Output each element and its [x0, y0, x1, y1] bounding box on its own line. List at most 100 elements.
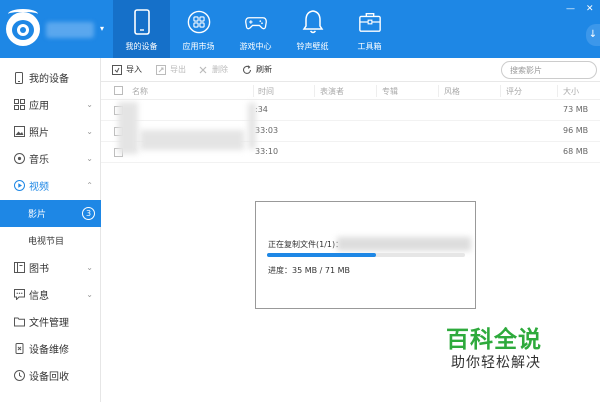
redacted-filename [118, 102, 138, 154]
top-bar: ▾ 我的设备 应用市场 游戏中心 铃声壁纸 工具箱 — ✕ ↓ [0, 0, 600, 58]
column-divider [557, 85, 558, 97]
delete-button[interactable]: 删除 [198, 64, 228, 75]
minimize-button[interactable]: — [566, 4, 575, 14]
import-button[interactable]: 导入 [112, 64, 142, 75]
tab-app-market[interactable]: 应用市场 [170, 0, 227, 58]
folder-icon [13, 316, 25, 328]
sidebar-item-device-recycle[interactable]: 设备回收 [0, 362, 101, 389]
watermark-subtitle: 助你轻松解决 [451, 355, 541, 371]
tab-label: 游戏中心 [239, 42, 272, 51]
chevron-down-icon: ⌄ [86, 100, 93, 109]
column-header-artist[interactable]: 表演者 [320, 86, 344, 97]
search-input[interactable] [501, 61, 597, 79]
download-manager-button[interactable]: ↓ [586, 24, 600, 46]
copy-progress-bar [267, 253, 465, 257]
image-icon [13, 126, 25, 138]
sidebar-item-label: 设备维修 [29, 345, 69, 356]
column-header-genre[interactable]: 风格 [444, 86, 460, 97]
video-play-icon [13, 180, 25, 192]
tab-label: 我的设备 [125, 42, 158, 51]
close-window-button[interactable]: ✕ [586, 4, 594, 14]
book-icon [13, 262, 25, 274]
account-name-blurred[interactable] [46, 22, 94, 38]
sidebar-item-file-manager[interactable]: 文件管理 [0, 308, 101, 335]
sidebar-item-label: 文件管理 [29, 318, 69, 329]
refresh-button[interactable]: 刷新 [242, 64, 272, 75]
sidebar-item-device-repair[interactable]: 设备维修 [0, 335, 101, 362]
redacted-filename [337, 237, 471, 251]
cell-time: 33:03 [255, 126, 279, 135]
redacted-filename [140, 130, 244, 150]
column-header-rating[interactable]: 评分 [506, 86, 522, 97]
sidebar-item-video[interactable]: 视频 ⌃ [0, 172, 101, 199]
delete-icon [199, 66, 207, 73]
export-icon [156, 64, 166, 75]
message-icon [13, 289, 25, 301]
sidebar-item-label: 图书 [29, 264, 49, 275]
sidebar-subitem-tv-shows[interactable]: 电视节目 [0, 227, 101, 254]
copying-status-text: 正在复制文件(1/1)： [268, 240, 344, 249]
cell-size: 73 MB [563, 105, 589, 114]
watermark: 百科全说 助你轻松解决 [432, 320, 578, 376]
import-label: 导入 [126, 65, 142, 74]
sidebar: 我的设备 应用 ⌄ 照片 ⌄ 音乐 ⌄ 视频 ⌃ 影片 3 电视节目 图书 ⌄ … [0, 58, 101, 402]
chevron-down-icon: ⌄ [86, 290, 93, 299]
delete-label: 删除 [212, 65, 228, 74]
select-all-checkbox[interactable] [114, 86, 123, 95]
watermark-title: 百科全说 [446, 327, 542, 353]
sidebar-item-books[interactable]: 图书 ⌄ [0, 254, 101, 281]
sidebar-item-label: 我的设备 [29, 74, 69, 85]
export-label: 导出 [170, 65, 186, 74]
column-divider [438, 85, 439, 97]
sidebar-item-label: 视频 [29, 182, 49, 193]
table-row[interactable]: :34 73 MB [101, 100, 600, 121]
chevron-down-icon: ⌄ [86, 154, 93, 163]
app-logo-icon[interactable] [6, 9, 40, 46]
export-button[interactable]: 导出 [156, 64, 186, 75]
sidebar-item-label: 电视节目 [28, 237, 65, 247]
column-divider [253, 85, 254, 97]
tab-ringtones-wallpaper[interactable]: 铃声壁纸 [284, 0, 341, 58]
download-icon: ↓ [588, 29, 598, 40]
import-icon [112, 64, 122, 75]
sidebar-item-label: 信息 [29, 291, 49, 302]
refresh-label: 刷新 [256, 65, 272, 74]
cell-size: 68 MB [563, 147, 589, 156]
cell-time: :34 [255, 105, 268, 114]
sidebar-item-music[interactable]: 音乐 ⌄ [0, 145, 101, 172]
phone-icon [13, 71, 25, 84]
sidebar-item-photos[interactable]: 照片 ⌄ [0, 118, 101, 145]
column-divider [376, 85, 377, 97]
copy-progress-dialog: 正在复制文件(1/1)： 进度：35 MB / 71 MB [255, 201, 476, 309]
apps-grid-icon [187, 10, 210, 34]
column-header-album[interactable]: 专辑 [382, 86, 398, 97]
progress-size-text: 进度：35 MB / 71 MB [268, 266, 351, 275]
tab-my-device[interactable]: 我的设备 [113, 0, 170, 58]
main-nav: 我的设备 应用市场 游戏中心 铃声壁纸 工具箱 [113, 0, 398, 58]
column-divider [314, 85, 315, 97]
apps-grid-icon [13, 99, 25, 111]
redacted-filename [248, 103, 256, 149]
cell-time: 33:10 [255, 147, 279, 156]
sidebar-item-messages[interactable]: 信息 ⌄ [0, 281, 101, 308]
music-icon [13, 153, 25, 165]
column-header-name[interactable]: 名称 [132, 86, 148, 97]
tab-label: 应用市场 [182, 42, 215, 51]
phone-icon [133, 9, 150, 35]
tab-toolbox[interactable]: 工具箱 [341, 0, 398, 58]
sidebar-item-my-device[interactable]: 我的设备 [0, 64, 101, 91]
column-header-time[interactable]: 时间 [258, 86, 274, 97]
sidebar-item-label: 影片 [28, 210, 47, 220]
gamepad-icon [244, 17, 267, 30]
progress-fill [267, 253, 376, 257]
sidebar-subitem-movies[interactable]: 影片 3 [0, 200, 101, 227]
cell-size: 96 MB [563, 126, 589, 135]
toolbox-icon [358, 13, 381, 32]
account-dropdown-icon[interactable]: ▾ [100, 24, 104, 33]
bell-icon [302, 10, 323, 34]
column-header-size[interactable]: 大小 [563, 86, 579, 97]
tab-game-center[interactable]: 游戏中心 [227, 0, 284, 58]
chevron-down-icon: ⌄ [86, 127, 93, 136]
toolbar: 导入 导出 删除 刷新 [101, 58, 600, 82]
sidebar-item-apps[interactable]: 应用 ⌄ [0, 91, 101, 118]
